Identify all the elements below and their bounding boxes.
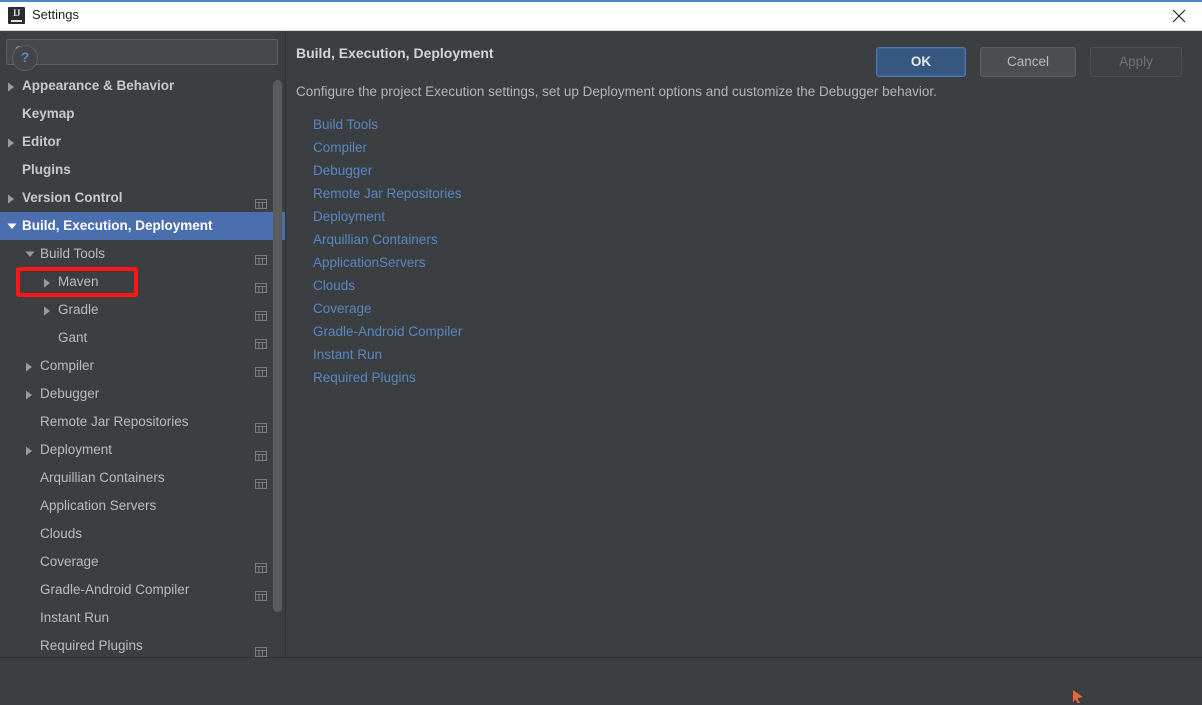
sidebar-item-label: Gradle-Android Compiler: [40, 582, 190, 597]
project-scope-icon: [255, 640, 267, 657]
sidebar-item-label: Deployment: [40, 442, 113, 457]
sidebar-item-version-control[interactable]: Version Control: [0, 184, 285, 212]
chevron-right-icon[interactable]: [4, 128, 20, 156]
chevron-right-icon[interactable]: [22, 352, 38, 380]
ok-button[interactable]: OK: [876, 47, 966, 77]
page-description: Configure the project Execution settings…: [296, 84, 937, 99]
settings-link-compiler[interactable]: Compiler: [313, 136, 462, 159]
project-scope-icon: [255, 276, 267, 293]
cancel-button[interactable]: Cancel: [980, 47, 1076, 77]
sidebar-item-label: Version Control: [22, 190, 123, 205]
sidebar-item-editor[interactable]: Editor: [0, 128, 285, 156]
project-scope-icon: [255, 416, 267, 433]
settings-link-clouds[interactable]: Clouds: [313, 274, 462, 297]
page-title: Build, Execution, Deployment: [296, 45, 494, 61]
dialog-footer: [0, 658, 1202, 705]
settings-tree: Appearance & Behavior Keymap Editor Plugins…: [0, 72, 285, 657]
help-button[interactable]: ?: [12, 45, 38, 71]
settings-link-deployment[interactable]: Deployment: [313, 205, 462, 228]
sidebar-item-arquillian-containers[interactable]: Arquillian Containers: [0, 464, 285, 492]
sidebar-item-debugger[interactable]: Debugger: [0, 380, 285, 408]
sidebar-item-label: Application Servers: [40, 498, 157, 513]
sidebar-item-label: Plugins: [22, 162, 71, 177]
settings-link-coverage[interactable]: Coverage: [313, 297, 462, 320]
settings-link-instant-run[interactable]: Instant Run: [313, 343, 462, 366]
sidebar-item-label: Gant: [58, 330, 88, 345]
search-box[interactable]: [6, 39, 278, 65]
sidebar-item-label: Keymap: [22, 106, 75, 121]
settings-link-debugger[interactable]: Debugger: [313, 159, 462, 182]
sidebar-item-label: Debugger: [40, 386, 100, 401]
sidebar-item-coverage[interactable]: Coverage: [0, 548, 285, 576]
settings-link-list: Build Tools Compiler Debugger Remote Jar Re…: [313, 113, 462, 389]
search-input[interactable]: [6, 39, 278, 65]
sidebar-item-gant[interactable]: Gant: [0, 324, 285, 352]
project-scope-icon: [255, 556, 267, 573]
settings-sidebar: Appearance & Behavior Keymap Editor Plugins…: [0, 31, 286, 657]
sidebar-item-required-plugins[interactable]: Required Plugins: [0, 632, 285, 657]
chevron-right-icon[interactable]: [4, 72, 20, 100]
sidebar-item-label: Coverage: [40, 554, 99, 569]
settings-link-gradle-android-compiler[interactable]: Gradle-Android Compiler: [313, 320, 462, 343]
sidebar-item-deployment[interactable]: Deployment: [0, 436, 285, 464]
help-button-label: ?: [20, 49, 30, 65]
close-icon[interactable]: [1156, 0, 1202, 30]
project-scope-icon: [255, 584, 267, 601]
sidebar-item-build-execution-deployment[interactable]: Build, Execution, Deployment: [0, 212, 285, 240]
settings-link-remote-jar-repositories[interactable]: Remote Jar Repositories: [313, 182, 462, 205]
sidebar-item-label: Remote Jar Repositories: [40, 414, 189, 429]
sidebar-item-gradle[interactable]: Gradle: [0, 296, 285, 324]
project-scope-icon: [255, 332, 267, 349]
settings-dialog: Appearance & Behavior Keymap Editor Plugins…: [0, 31, 1202, 705]
intellij-idea-icon: IJ: [8, 7, 25, 24]
sidebar-item-label: Arquillian Containers: [40, 470, 165, 485]
chevron-right-icon[interactable]: [40, 296, 56, 324]
chevron-down-icon[interactable]: [4, 212, 20, 240]
project-scope-icon: [255, 248, 267, 265]
sidebar-item-appearance-behavior[interactable]: Appearance & Behavior: [0, 72, 285, 100]
window-title: Settings: [32, 7, 79, 22]
sidebar-scrollbar-thumb[interactable]: [273, 80, 282, 612]
chevron-right-icon[interactable]: [4, 184, 20, 212]
settings-link-build-tools[interactable]: Build Tools: [313, 113, 462, 136]
chevron-right-icon[interactable]: [22, 436, 38, 464]
sidebar-item-clouds[interactable]: Clouds: [0, 520, 285, 548]
sidebar-item-application-servers[interactable]: Application Servers: [0, 492, 285, 520]
sidebar-item-label: Instant Run: [40, 610, 110, 625]
project-scope-icon: [255, 472, 267, 489]
sidebar-item-compiler[interactable]: Compiler: [0, 352, 285, 380]
sidebar-item-remote-jar-repositories[interactable]: Remote Jar Repositories: [0, 408, 285, 436]
apply-button[interactable]: Apply: [1090, 47, 1182, 77]
sidebar-item-label: Build, Execution, Deployment: [22, 218, 213, 233]
settings-link-arquillian-containers[interactable]: Arquillian Containers: [313, 228, 462, 251]
sidebar-scrollbar[interactable]: [273, 77, 282, 649]
sidebar-item-label: Gradle: [58, 302, 99, 317]
sidebar-item-label: Appearance & Behavior: [22, 78, 175, 93]
settings-tree-viewport: Appearance & Behavior Keymap Editor Plugins…: [0, 72, 285, 657]
chevron-right-icon[interactable]: [40, 268, 56, 296]
sidebar-item-maven[interactable]: Maven: [0, 268, 285, 296]
project-scope-icon: [255, 444, 267, 461]
sidebar-item-label: Maven: [58, 274, 99, 289]
settings-link-applicationservers[interactable]: ApplicationServers: [313, 251, 462, 274]
sidebar-item-plugins[interactable]: Plugins: [0, 156, 285, 184]
sidebar-item-build-tools[interactable]: Build Tools: [0, 240, 285, 268]
settings-content-panel: Build, Execution, Deployment Configure t…: [287, 31, 1202, 657]
chevron-right-icon[interactable]: [22, 380, 38, 408]
sidebar-item-label: Compiler: [40, 358, 95, 373]
project-scope-icon: [255, 304, 267, 321]
sidebar-item-label: Clouds: [40, 526, 83, 541]
chevron-down-icon[interactable]: [22, 240, 38, 268]
settings-link-required-plugins[interactable]: Required Plugins: [313, 366, 462, 389]
title-bar: IJ Settings: [0, 0, 1202, 31]
sidebar-item-gradle-android-compiler[interactable]: Gradle-Android Compiler: [0, 576, 285, 604]
sidebar-item-label: Editor: [22, 134, 61, 149]
sidebar-item-label: Required Plugins: [40, 638, 143, 653]
sidebar-item-label: Build Tools: [40, 246, 106, 261]
sidebar-item-instant-run[interactable]: Instant Run: [0, 604, 285, 632]
titlebar-accent-line: [0, 0, 1202, 2]
project-scope-icon: [255, 360, 267, 377]
sidebar-item-keymap[interactable]: Keymap: [0, 100, 285, 128]
project-scope-icon: [255, 192, 267, 209]
